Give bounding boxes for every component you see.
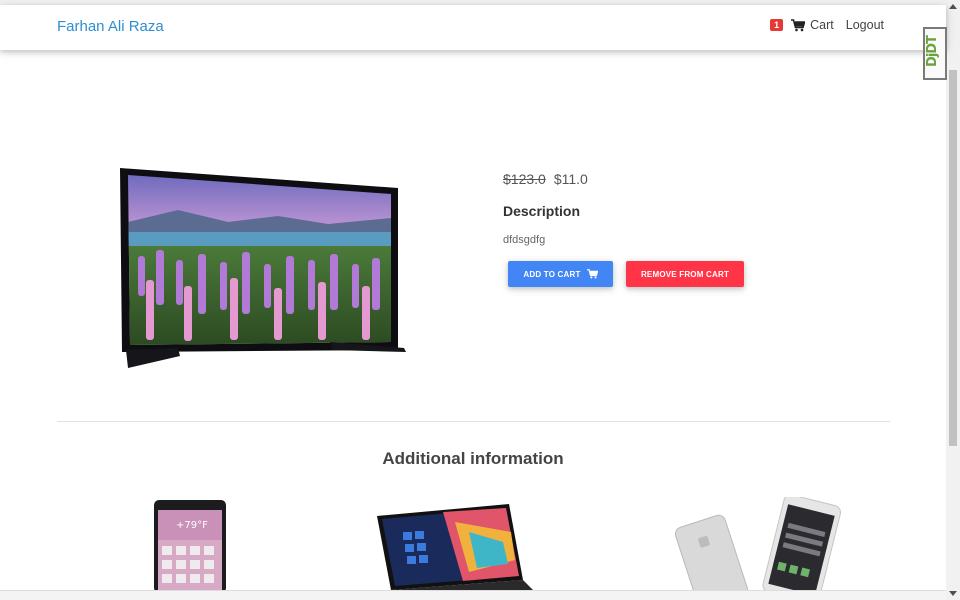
product-image-tv (120, 168, 406, 368)
cart-label: Cart (810, 18, 834, 32)
new-price: $11.0 (553, 171, 588, 187)
additional-info-title: Additional information (382, 449, 564, 468)
add-to-cart-label: ADD TO CART (523, 269, 581, 279)
debug-toolbar-label: DjDT (924, 36, 940, 67)
page-scrollbar[interactable] (946, 0, 960, 600)
related-product-phone-pair-image[interactable] (672, 497, 847, 595)
svg-text:+79°F: +79°F (176, 520, 208, 531)
debug-toolbar-toggle[interactable]: DjDT (923, 27, 947, 80)
related-product-phone-image[interactable]: +79°F (152, 498, 228, 593)
brand-link[interactable]: Farhan Ali Raza (57, 18, 164, 35)
cart-count-badge: 1 (770, 19, 784, 31)
scroll-up-arrow-icon[interactable] (949, 4, 957, 9)
navbar: Farhan Ali Raza 1 Cart Logout (0, 5, 946, 50)
scrollbar-thumb[interactable] (949, 70, 957, 446)
add-to-cart-button[interactable]: ADD TO CART (508, 261, 613, 287)
old-price: $123.0 (503, 171, 546, 187)
logout-link[interactable]: Logout (846, 18, 884, 32)
nav-right: 1 Cart Logout (770, 18, 884, 32)
related-product-laptop-image[interactable] (373, 502, 537, 597)
price-block: $123.0 $11.0 (503, 171, 588, 187)
cart-icon (791, 18, 806, 31)
description-text: dfdsgdfg (503, 234, 546, 246)
section-divider (57, 421, 890, 422)
scroll-down-arrow-icon[interactable] (949, 591, 957, 596)
bottom-bar (0, 590, 946, 600)
remove-from-cart-button[interactable]: REMOVE FROM CART (626, 261, 744, 287)
cart-link[interactable]: Cart (791, 18, 834, 32)
description-title: Description (503, 203, 581, 219)
cart-icon (586, 269, 598, 279)
